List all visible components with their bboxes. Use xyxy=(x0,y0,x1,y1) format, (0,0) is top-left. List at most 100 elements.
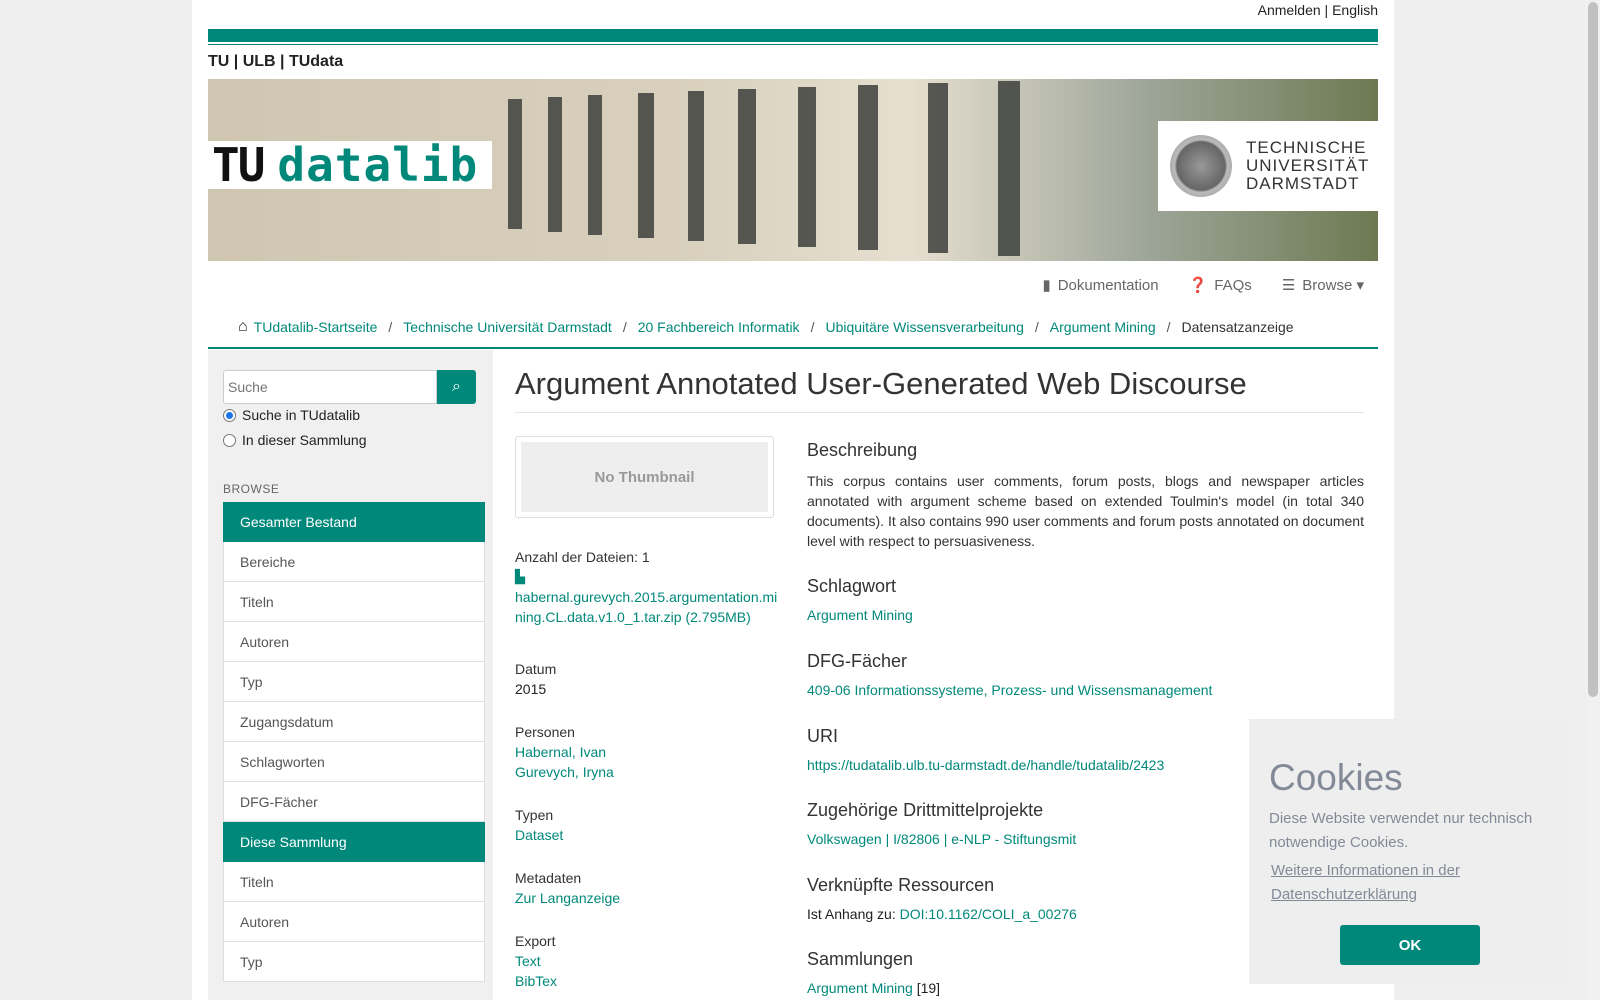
collection-link[interactable]: Argument Mining xyxy=(807,980,913,996)
persons-section: Personen Habernal, Ivan Gurevych, Iryna xyxy=(515,722,780,782)
cookie-banner: Cookies Diese Website verwendet nur tech… xyxy=(1249,719,1569,984)
language-link[interactable]: English xyxy=(1332,2,1378,18)
radio-search-collection-label: In dieser Sammlung xyxy=(242,432,367,448)
login-link[interactable]: Anmelden xyxy=(1258,2,1321,18)
nav-faqs[interactable]: ❓ FAQs xyxy=(1189,276,1252,294)
radio-dot-checked xyxy=(223,408,236,422)
nav-documentation[interactable]: ▮ Dokumentation xyxy=(1042,276,1158,294)
breadcrumb-ubiquitaere[interactable]: Ubiquitäre Wissensverarbeitung xyxy=(825,319,1023,335)
question-circle-icon: ❓ xyxy=(1188,277,1208,294)
title-divider xyxy=(515,412,1364,413)
top-links: Anmelden | English xyxy=(1258,2,1378,18)
date-label: Datum xyxy=(515,661,557,677)
radio-search-collection[interactable]: In dieser Sammlung xyxy=(223,432,367,448)
types-label: Typen xyxy=(515,807,554,823)
export-section: Export Text BibTex xyxy=(515,931,780,991)
tudatalib-logo[interactable]: TU datalib xyxy=(208,138,492,192)
nav-browse-label: Browse xyxy=(1302,277,1353,294)
uri-link[interactable]: https://tudatalib.ulb.tu-darmstadt.de/ha… xyxy=(807,757,1164,773)
metadata-label: Metadaten xyxy=(515,870,582,886)
browse-collection-typ[interactable]: Typ xyxy=(223,942,485,982)
keyword-heading: Schlagwort xyxy=(807,576,897,596)
top-links-separator: | xyxy=(1324,2,1329,18)
dfg-link[interactable]: 409-06 Informationssysteme, Prozess- und… xyxy=(807,682,1212,698)
browse-heading-gesamter-bestand: Gesamter Bestand xyxy=(223,502,485,542)
breadcrumb-tu-darmstadt[interactable]: Technische Universität Darmstadt xyxy=(403,319,612,335)
person-habernal[interactable]: Habernal, Ivan xyxy=(515,744,606,760)
header-green-line xyxy=(208,44,1378,45)
search-input[interactable] xyxy=(223,370,437,404)
types-section: Typen Dataset xyxy=(515,805,780,845)
brand-text: TU | ULB | TUdata xyxy=(208,53,344,70)
browse-item-titeln[interactable]: Titeln xyxy=(223,582,485,622)
browse-item-dfg-faecher[interactable]: DFG-Fächer xyxy=(223,782,485,822)
no-thumbnail-label: No Thumbnail xyxy=(521,442,768,512)
tud-line3: DARMSTADT xyxy=(1246,174,1360,193)
logo-tu-text: TU xyxy=(212,138,265,192)
linked-prefix: Ist Anhang zu: xyxy=(807,906,896,922)
breadcrumb-home[interactable]: TUdatalib-Startseite xyxy=(254,319,378,335)
cookie-ok-button[interactable]: OK xyxy=(1340,925,1480,965)
radio-dot xyxy=(223,433,236,447)
keyword-section: Schlagwort Argument Mining xyxy=(807,576,1364,623)
browse-list: Gesamter Bestand Bereiche Titeln Autoren… xyxy=(223,502,485,982)
logo-datalib-text: datalib xyxy=(277,138,479,192)
file-icon: ▙ xyxy=(515,569,525,584)
nav-faqs-label: FAQs xyxy=(1214,277,1252,294)
metadata-full-link[interactable]: Zur Langanzeige xyxy=(515,890,620,906)
browse-heading-diese-sammlung: Diese Sammlung xyxy=(223,822,485,862)
athena-seal-icon xyxy=(1170,135,1232,197)
page-container: Anmelden | English TU | ULB | TUdata TU … xyxy=(192,0,1394,1000)
header-green-bar xyxy=(208,29,1378,42)
dfg-heading: DFG-Fächer xyxy=(807,651,908,671)
browse-item-autoren[interactable]: Autoren xyxy=(223,622,485,662)
thumbnail: No Thumbnail xyxy=(515,436,774,518)
page-title: Argument Annotated User-Generated Web Di… xyxy=(515,366,1247,401)
browse-item-typ[interactable]: Typ xyxy=(223,662,485,702)
browse-item-schlagworten[interactable]: Schlagworten xyxy=(223,742,485,782)
person-gurevych[interactable]: Gurevych, Iryna xyxy=(515,764,614,780)
home-icon: ⌂ xyxy=(238,318,248,335)
search-button[interactable]: ⌕ xyxy=(437,370,476,404)
radio-search-all[interactable]: Suche in TUdatalib xyxy=(223,407,360,423)
nav-browse[interactable]: ☰ Browse ▾ xyxy=(1282,276,1364,294)
book-icon: ▮ xyxy=(1042,277,1051,294)
header-banner: TU datalib TECHNISCHE UNIVERSITÄT DARMST… xyxy=(208,79,1378,261)
browse-item-zugangsdatum[interactable]: Zugangsdatum xyxy=(223,702,485,742)
file-link[interactable]: habernal.gurevych.2015.argumentation.min… xyxy=(515,587,780,627)
description-text: This corpus contains user comments, foru… xyxy=(807,473,1364,549)
search-row: ⌕ xyxy=(223,370,476,404)
project-link[interactable]: Volkswagen | I/82806 | e-NLP - Stiftungs… xyxy=(807,831,1076,847)
doi-link[interactable]: DOI:10.1162/COLI_a_00276 xyxy=(900,906,1077,922)
dfg-section: DFG-Fächer 409-06 Informationssysteme, P… xyxy=(807,651,1364,698)
scrollbar-thumb[interactable] xyxy=(1588,2,1598,697)
breadcrumb-current: Datensatzanzeige xyxy=(1181,319,1294,335)
cookie-more-link[interactable]: Weitere Informationen in der Datenschutz… xyxy=(1271,859,1511,907)
export-bibtex-link[interactable]: BibTex xyxy=(515,973,557,989)
tu-darmstadt-logo[interactable]: TECHNISCHE UNIVERSITÄT DARMSTADT xyxy=(1158,121,1378,211)
description-heading: Beschreibung xyxy=(807,440,918,460)
files-section: Anzahl der Dateien: 1 ▙ habernal.gurevyc… xyxy=(515,547,780,627)
persons-label: Personen xyxy=(515,724,575,740)
caret-down-icon: ▾ xyxy=(1352,277,1364,294)
browse-heading: BROWSE xyxy=(223,482,280,496)
scrollbar[interactable] xyxy=(1586,0,1600,1000)
export-text-link[interactable]: Text xyxy=(515,953,541,969)
type-dataset[interactable]: Dataset xyxy=(515,827,563,843)
breadcrumb: ⌂ TUdatalib-Startseite / Technische Unive… xyxy=(208,307,1378,349)
cookie-title: Cookies xyxy=(1269,757,1403,798)
breadcrumb-argument-mining[interactable]: Argument Mining xyxy=(1050,319,1156,335)
files-count: Anzahl der Dateien: 1 xyxy=(515,549,650,565)
radio-search-all-label: Suche in TUdatalib xyxy=(242,407,361,423)
description-section: Beschreibung This corpus contains user c… xyxy=(807,440,1364,551)
browse-collection-autoren[interactable]: Autoren xyxy=(223,902,485,942)
list-icon: ☰ xyxy=(1281,277,1296,294)
export-label: Export xyxy=(515,933,556,949)
browse-item-bereiche[interactable]: Bereiche xyxy=(223,542,485,582)
breadcrumb-fachbereich[interactable]: 20 Fachbereich Informatik xyxy=(638,319,800,335)
cookie-text: Diese Website verwendet nur technisch no… xyxy=(1269,810,1533,851)
browse-collection-titeln[interactable]: Titeln xyxy=(223,862,485,902)
date-value: 2015 xyxy=(515,681,547,697)
keyword-link[interactable]: Argument Mining xyxy=(807,607,913,623)
collection-count: [19] xyxy=(916,980,941,996)
